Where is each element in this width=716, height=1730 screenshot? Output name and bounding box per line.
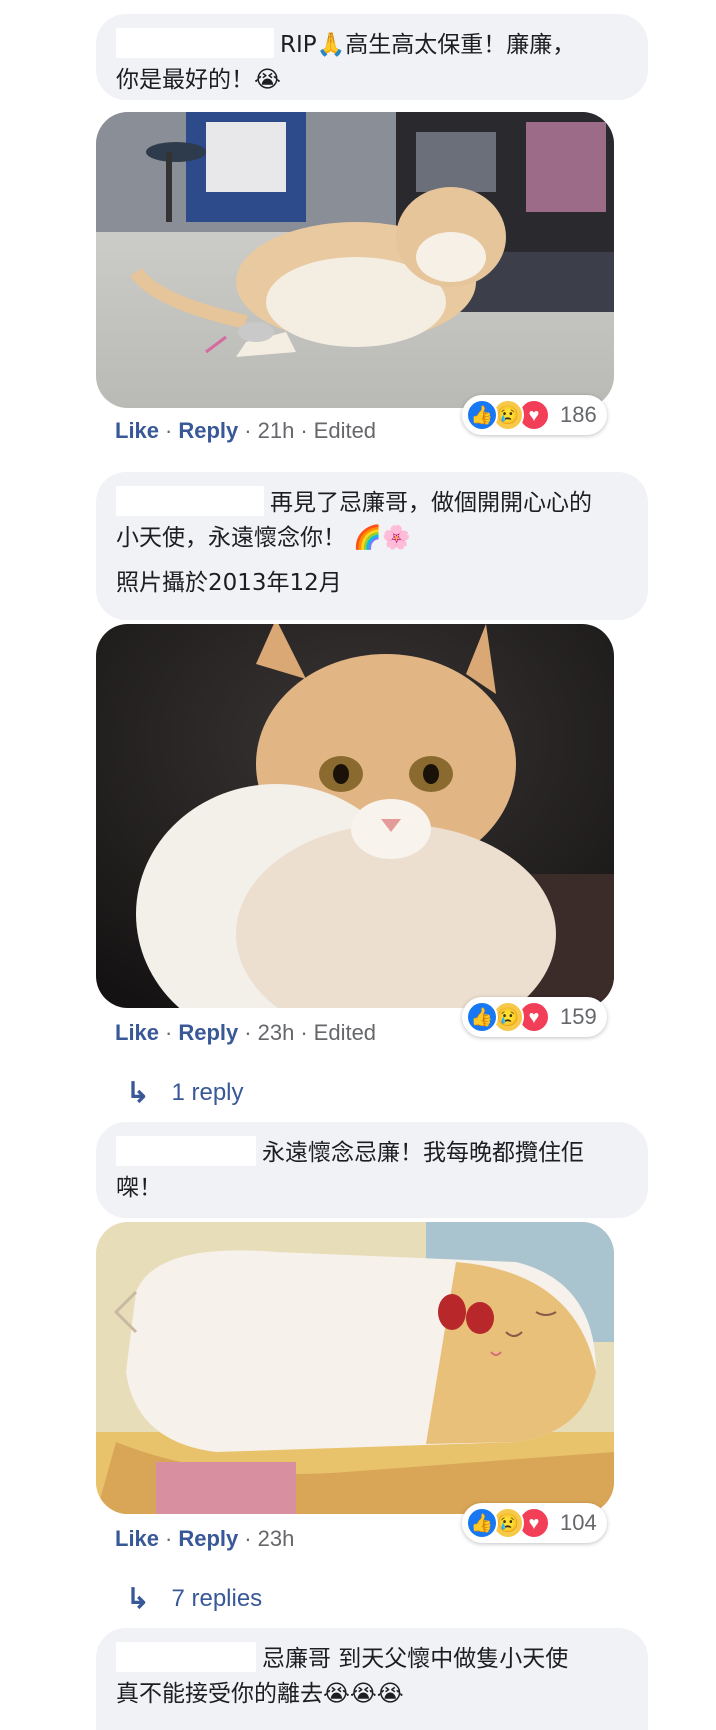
reaction-count: 186	[560, 402, 597, 427]
author-name-redacted[interactable]	[116, 28, 274, 58]
reply-arrow-icon: ↳	[126, 1583, 150, 1614]
replies-count-label: 7 replies	[171, 1584, 263, 1612]
reply-link[interactable]: Reply	[178, 418, 238, 443]
author-name-redacted[interactable]	[116, 1136, 256, 1166]
comment-actions: Like · Reply · 23h	[115, 1526, 294, 1552]
comment-text: 永遠懷念忌廉！我每晚都攬住佢	[116, 1136, 628, 1171]
like-link[interactable]: Like	[115, 418, 159, 443]
reaction-count: 104	[560, 1510, 597, 1535]
reply-arrow-icon: ↳	[126, 1077, 150, 1108]
timestamp[interactable]: 21h	[258, 418, 295, 443]
comment-text: 照片攝於2013年12月	[116, 570, 342, 596]
author-name-redacted[interactable]	[116, 1642, 256, 1672]
comment-text: RIP🙏高生高太保重！廉廉，	[116, 28, 628, 63]
replies-count-label: 1 reply	[171, 1078, 244, 1106]
like-link[interactable]: Like	[115, 1526, 159, 1551]
reactions-summary[interactable]: 👍 😢 ♥ 159	[462, 997, 607, 1037]
comment-bubble: 再見了忌廉哥，做個開開心心的 小天使，永遠懷念你！ 🌈🌸 照片攝於2013年12…	[96, 472, 648, 620]
comment-photo[interactable]	[96, 1222, 614, 1514]
reply-link[interactable]: Reply	[178, 1020, 238, 1045]
separator: ·	[165, 1020, 173, 1045]
reactions-summary[interactable]: 👍 😢 ♥ 186	[462, 395, 607, 435]
cat-photo-image	[96, 624, 614, 1008]
reply-link[interactable]: Reply	[178, 1526, 238, 1551]
comment-actions: Like · Reply · 21h · Edited	[115, 418, 376, 444]
like-link[interactable]: Like	[115, 1020, 159, 1045]
author-name-redacted[interactable]	[116, 486, 264, 516]
cat-pillow-image	[96, 1222, 614, 1514]
separator: ·	[300, 1020, 308, 1045]
comment-photo[interactable]	[96, 112, 614, 408]
comment-text: 真不能接受你的離去😭😭😭	[116, 1681, 404, 1707]
view-replies-link[interactable]: ↳ 7 replies	[126, 1582, 262, 1615]
edited-label[interactable]: Edited	[314, 1020, 376, 1045]
comment-text: 再見了忌廉哥，做個開開心心的	[116, 486, 628, 521]
comment-text: 小天使，永遠懷念你！ 🌈🌸	[116, 525, 411, 551]
thumbs-up-icon: 👍	[466, 399, 498, 431]
cat-photo-image	[96, 112, 614, 408]
comment-text: 你是最好的！😭	[116, 67, 281, 93]
separator: ·	[165, 1526, 173, 1551]
comment-bubble: 忌廉哥 到天父懷中做隻小天使 真不能接受你的離去😭😭😭	[96, 1628, 648, 1730]
timestamp[interactable]: 23h	[258, 1526, 295, 1551]
comment-text: 忌廉哥 到天父懷中做隻小天使	[116, 1642, 628, 1677]
separator: ·	[244, 418, 252, 443]
separator: ·	[244, 1020, 252, 1045]
separator: ·	[165, 418, 173, 443]
edited-label[interactable]: Edited	[314, 418, 376, 443]
separator: ·	[300, 418, 308, 443]
reactions-summary[interactable]: 👍 😢 ♥ 104	[462, 1503, 607, 1543]
reaction-count: 159	[560, 1004, 597, 1029]
comment-actions: Like · Reply · 23h · Edited	[115, 1020, 376, 1046]
comment-bubble: RIP🙏高生高太保重！廉廉， 你是最好的！😭	[96, 14, 648, 100]
separator: ·	[244, 1526, 252, 1551]
thumbs-up-icon: 👍	[466, 1001, 498, 1033]
comment-text: 㗎！	[116, 1175, 162, 1201]
timestamp[interactable]: 23h	[258, 1020, 295, 1045]
thumbs-up-icon: 👍	[466, 1507, 498, 1539]
view-replies-link[interactable]: ↳ 1 reply	[126, 1076, 244, 1109]
comment-bubble: 永遠懷念忌廉！我每晚都攬住佢 㗎！	[96, 1122, 648, 1218]
comment-photo[interactable]	[96, 624, 614, 1008]
